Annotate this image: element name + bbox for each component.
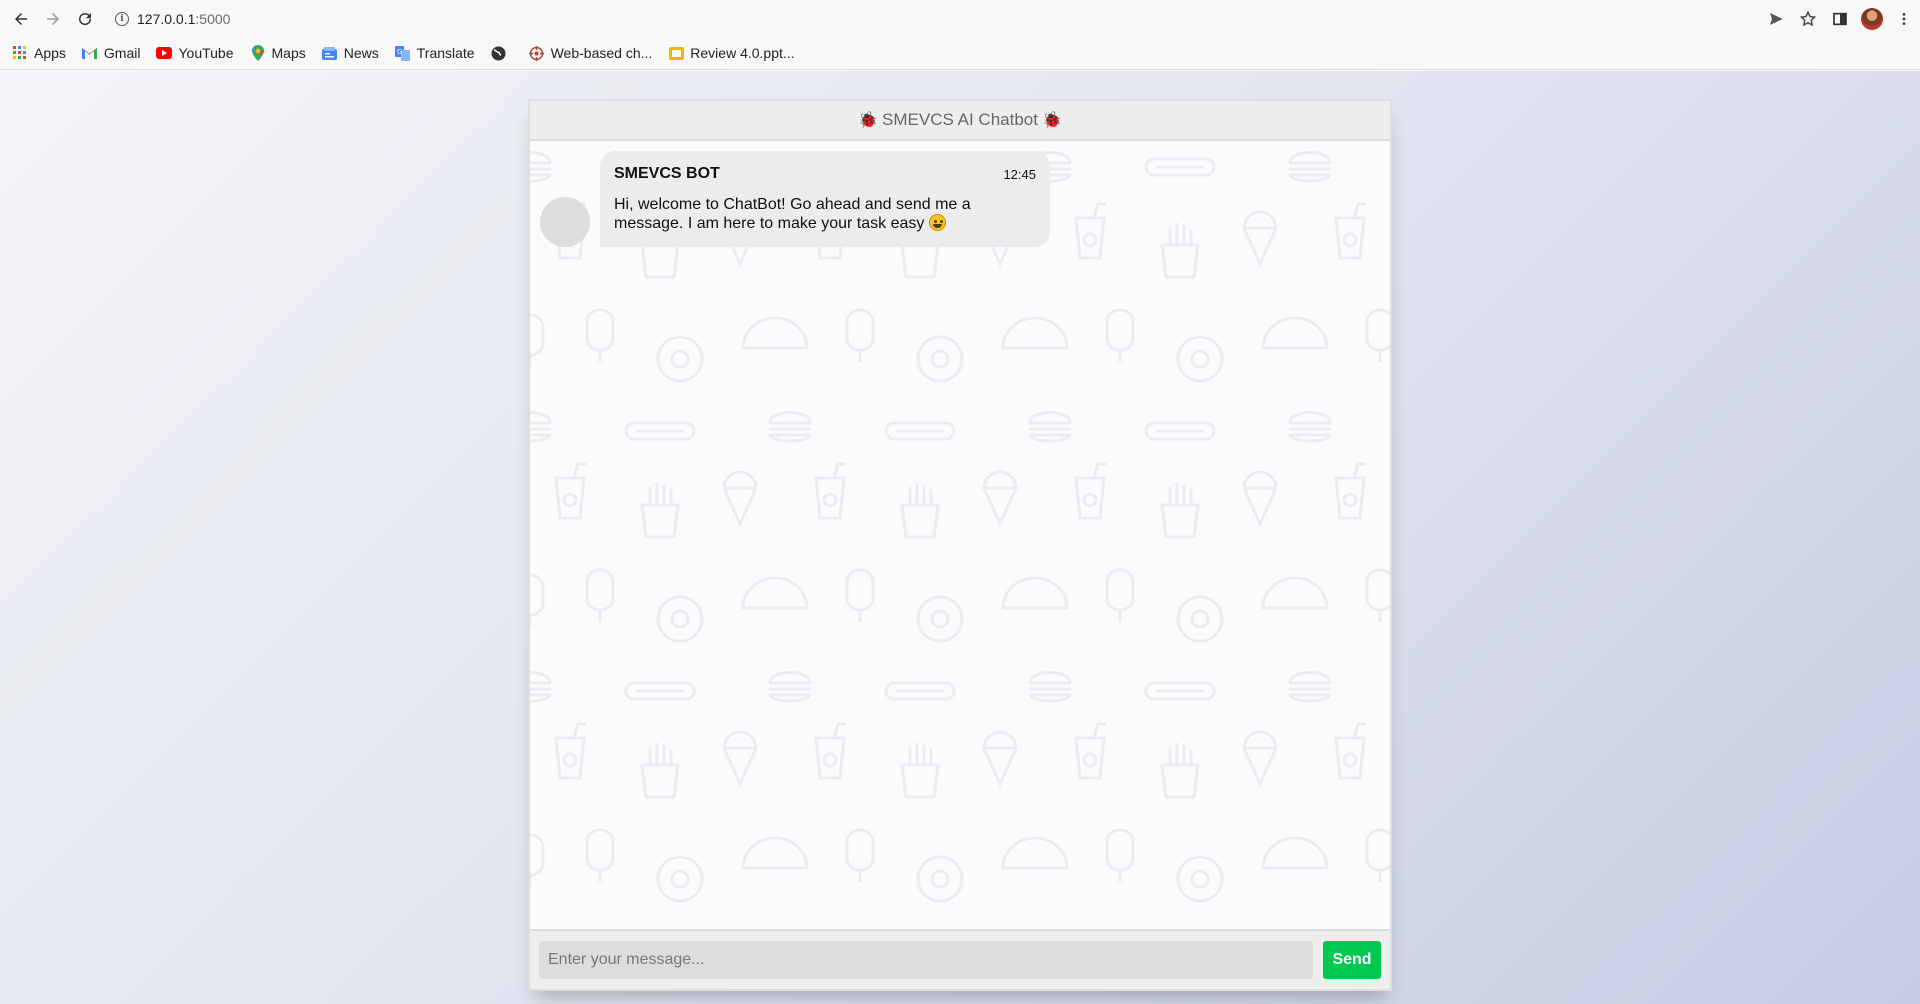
message-input[interactable]	[539, 941, 1313, 979]
url-port: :5000	[195, 10, 231, 27]
bookmark-label: Gmail	[103, 45, 141, 61]
bookmark-label: Translate	[416, 45, 475, 61]
menu-kebab-icon[interactable]	[1888, 3, 1920, 35]
smile-emoji-icon	[928, 214, 946, 231]
bookmark-review-ppt[interactable]: Review 4.0.ppt...	[668, 45, 795, 61]
bookmark-translate[interactable]: G Translate	[395, 45, 475, 61]
bot-message-row: SMEVCS BOT 12:45 Hi, welcome to ChatBot!…	[540, 151, 1050, 247]
bookmark-maps[interactable]: Maps	[250, 45, 306, 61]
chat-window: 🐞 SMEVCS AI Chatbot 🐞 SMEVCS BOT 12:45 H…	[528, 99, 1392, 991]
bookmark-label: Maps	[271, 45, 306, 61]
reload-icon[interactable]	[69, 3, 101, 35]
gmail-icon	[82, 45, 98, 61]
site-info-icon[interactable]: i	[115, 11, 129, 26]
globe-icon	[491, 45, 507, 61]
address-bar[interactable]: i 127.0.0.1:5000	[115, 5, 230, 33]
bookmark-label: YouTube	[178, 45, 234, 61]
bookmark-label: Review 4.0.ppt...	[690, 45, 795, 61]
browser-toolbar: i 127.0.0.1:5000	[0, 0, 1920, 37]
bookmark-label: News	[343, 45, 379, 61]
forward-arrow-icon[interactable]	[37, 3, 69, 35]
translate-icon: G	[395, 45, 411, 61]
bug-icon: 🐞	[858, 112, 879, 129]
food-pattern-background	[530, 151, 1390, 903]
message-time: 12:45	[1003, 166, 1036, 182]
bookmark-star-icon[interactable]	[1792, 3, 1824, 35]
news-icon	[322, 45, 338, 61]
maps-icon	[250, 45, 266, 61]
url-host: 127.0.0.1	[137, 10, 196, 27]
chat-messages-area[interactable]: SMEVCS BOT 12:45 Hi, welcome to ChatBot!…	[530, 141, 1390, 931]
profile-avatar[interactable]	[1856, 3, 1888, 35]
slides-icon	[668, 45, 684, 61]
message-sender: SMEVCS BOT	[614, 165, 720, 182]
message-input-bar: Send	[530, 929, 1390, 989]
bookmark-apps[interactable]: Apps	[12, 45, 66, 61]
bookmark-gmail[interactable]: Gmail	[82, 45, 141, 61]
youtube-icon	[156, 45, 173, 61]
message-text: Hi, welcome to ChatBot! Go ahead and sen…	[614, 195, 1036, 233]
bookmark-web-based[interactable]: Web-based ch...	[529, 45, 653, 61]
bookmark-globe[interactable]	[491, 45, 513, 61]
send-tab-icon[interactable]	[1760, 3, 1792, 35]
food-pattern-tiles	[530, 151, 1390, 903]
apps-grid-icon	[12, 45, 28, 61]
web-icon	[529, 45, 545, 61]
bookmark-youtube[interactable]: YouTube	[156, 45, 234, 61]
bot-message-bubble: SMEVCS BOT 12:45 Hi, welcome to ChatBot!…	[600, 151, 1050, 247]
bookmark-label: Web-based ch...	[550, 45, 653, 61]
bot-avatar	[540, 197, 590, 247]
page-background: 🐞 SMEVCS AI Chatbot 🐞 SMEVCS BOT 12:45 H…	[0, 71, 1920, 1004]
back-arrow-icon[interactable]	[5, 3, 37, 35]
svg-text:G: G	[397, 48, 402, 56]
chat-title: SMEVCS AI Chatbot	[882, 110, 1038, 129]
bookmarks-bar: Apps Gmail YouTube Maps News G Translate	[0, 37, 1920, 70]
side-panel-icon[interactable]	[1824, 3, 1856, 35]
message-text-content: Hi, welcome to ChatBot! Go ahead and sen…	[614, 196, 971, 232]
bookmark-news[interactable]: News	[322, 45, 379, 61]
send-button[interactable]: Send	[1323, 941, 1381, 979]
bookmark-label: Apps	[34, 45, 66, 61]
bug-icon: 🐞	[1041, 112, 1062, 129]
chat-header: 🐞 SMEVCS AI Chatbot 🐞	[530, 101, 1390, 141]
